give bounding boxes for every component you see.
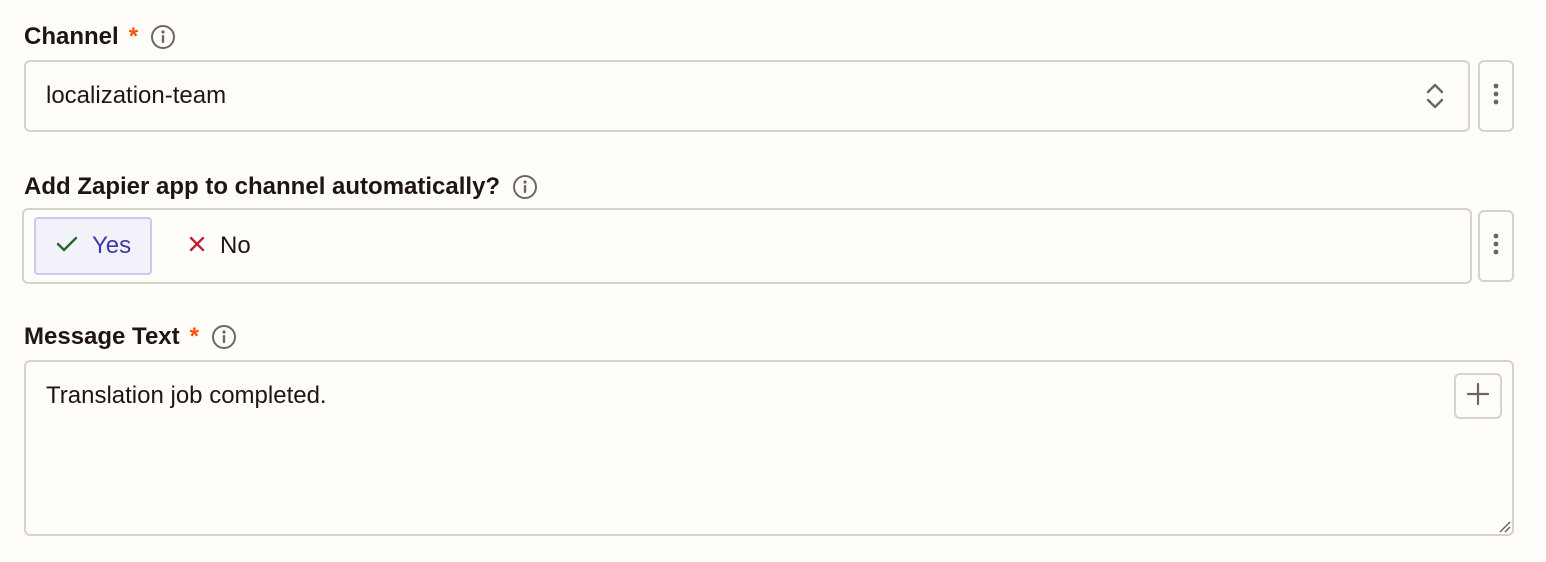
message-label: Message Text <box>24 323 180 350</box>
plus-icon <box>1466 382 1490 411</box>
add-app-label-row: Add Zapier app to channel automatically? <box>24 172 538 202</box>
required-mark: * <box>189 323 199 350</box>
channel-select[interactable]: localization-team <box>24 60 1470 132</box>
insert-data-button[interactable] <box>1454 373 1502 419</box>
chevron-updown-icon <box>1424 80 1446 112</box>
channel-more-button[interactable] <box>1478 60 1514 132</box>
no-label: No <box>220 232 251 259</box>
kebab-icon <box>1493 83 1499 110</box>
no-option[interactable]: No <box>168 217 269 275</box>
x-icon <box>188 232 220 260</box>
yes-label: Yes <box>92 232 132 259</box>
message-textarea[interactable]: Translation job completed. <box>24 360 1514 536</box>
check-icon <box>56 232 92 260</box>
add-app-label: Add Zapier app to channel automatically? <box>24 173 501 200</box>
kebab-icon <box>1493 233 1499 260</box>
message-text: Translation job completed. <box>46 382 327 409</box>
required-mark: * <box>128 23 139 50</box>
add-app-more-button[interactable] <box>1478 210 1514 282</box>
info-icon[interactable] <box>512 174 538 200</box>
add-app-toggle-group: Yes No <box>22 208 1472 284</box>
channel-select-value: localization-team <box>46 82 227 109</box>
yes-option[interactable]: Yes <box>34 217 152 275</box>
info-icon[interactable] <box>150 24 176 50</box>
channel-label: Channel <box>24 23 119 50</box>
channel-label-row: Channel * <box>24 22 176 52</box>
info-icon[interactable] <box>211 324 237 350</box>
message-label-row: Message Text * <box>24 322 237 352</box>
resize-grip-icon[interactable] <box>1496 518 1512 534</box>
